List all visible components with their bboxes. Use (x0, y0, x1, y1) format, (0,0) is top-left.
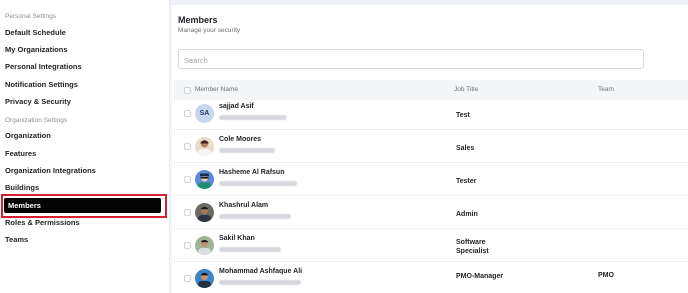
table-row[interactable]: Cole Moores Sales (174, 130, 688, 163)
job-title-line-2: Specialist (456, 248, 489, 255)
column-header-team[interactable]: Team (598, 86, 614, 93)
member-name: Hasheme Al Rafsun (219, 169, 285, 176)
member-name: Cole Moores (219, 136, 262, 143)
sidebar-item-my-organizations[interactable]: My Organizations (5, 45, 68, 54)
sidebar-item-notification-settings[interactable]: Notification Settings (5, 80, 78, 89)
table-row[interactable]: Mohammad Ashfaque Ali PMO-Manager PMO (174, 262, 688, 293)
avatar: SA (195, 104, 214, 123)
row-checkbox[interactable] (184, 143, 191, 150)
blurred-email (219, 214, 291, 219)
blurred-email (219, 247, 281, 252)
job-title: Tester (456, 178, 477, 185)
row-checkbox[interactable] (184, 242, 191, 249)
settings-sidebar: Personal Settings Default Schedule My Or… (0, 0, 169, 293)
sidebar-item-features[interactable]: Features (5, 149, 36, 158)
member-name: Khashrul Alam (219, 202, 269, 209)
avatar (195, 203, 214, 222)
sidebar-item-teams[interactable]: Teams (5, 235, 28, 244)
table-row[interactable]: Khashrul Alam Admin (174, 196, 688, 229)
search-box[interactable] (178, 49, 644, 70)
select-all-checkbox[interactable] (184, 87, 191, 94)
blurred-email (219, 148, 275, 153)
blurred-email (219, 181, 297, 186)
team-name: PMO (598, 272, 614, 279)
table-row[interactable]: Hasheme Al Rafsun Tester (174, 163, 688, 196)
sidebar-item-organization[interactable]: Organization (5, 131, 51, 140)
column-header-job-title[interactable]: Job Title (454, 86, 478, 93)
sidebar-item-roles-permissions[interactable]: Roles & Permissions (5, 218, 80, 227)
job-title-line-1: Software (456, 239, 486, 246)
table-row[interactable]: Sakil Khan Software Specialist (174, 229, 688, 262)
member-name: sajjad Asif (219, 103, 254, 110)
search-input[interactable] (179, 51, 643, 70)
row-checkbox[interactable] (184, 209, 191, 216)
sidebar-item-organization-integrations[interactable]: Organization Integrations (5, 166, 96, 175)
row-checkbox[interactable] (184, 110, 191, 117)
personal-settings-heading: Personal Settings (5, 13, 56, 20)
main-content: Members Manage your security Member Name… (170, 0, 688, 293)
organization-settings-heading: Organization Settings (5, 117, 68, 124)
sidebar-item-buildings[interactable]: Buildings (5, 183, 39, 192)
job-title: PMO-Manager (456, 273, 504, 280)
sidebar-item-default-schedule[interactable]: Default Schedule (5, 28, 66, 37)
job-title: Admin (456, 211, 478, 218)
avatar (195, 170, 214, 189)
members-highlight-frame (1, 194, 167, 218)
column-header-member-name[interactable]: Member Name (195, 86, 238, 93)
row-checkbox[interactable] (184, 275, 191, 282)
member-name: Mohammad Ashfaque Ali (219, 268, 303, 275)
sidebar-item-personal-integrations[interactable]: Personal Integrations (5, 62, 82, 71)
sidebar-item-privacy-security[interactable]: Privacy & Security (5, 97, 71, 106)
job-title: Sales (456, 145, 475, 152)
member-name: Sakil Khan (219, 235, 255, 242)
blurred-email (219, 280, 301, 285)
members-panel: Members Manage your security Member Name… (172, 5, 688, 293)
job-title: Test (456, 112, 470, 119)
avatar (195, 236, 214, 255)
avatar (195, 137, 214, 156)
row-checkbox[interactable] (184, 176, 191, 183)
page-title: Members (178, 15, 218, 25)
page-subtitle: Manage your security (178, 27, 241, 34)
table-row[interactable]: SA sajjad Asif Test (174, 97, 688, 130)
avatar (195, 269, 214, 288)
blurred-email (219, 115, 287, 120)
